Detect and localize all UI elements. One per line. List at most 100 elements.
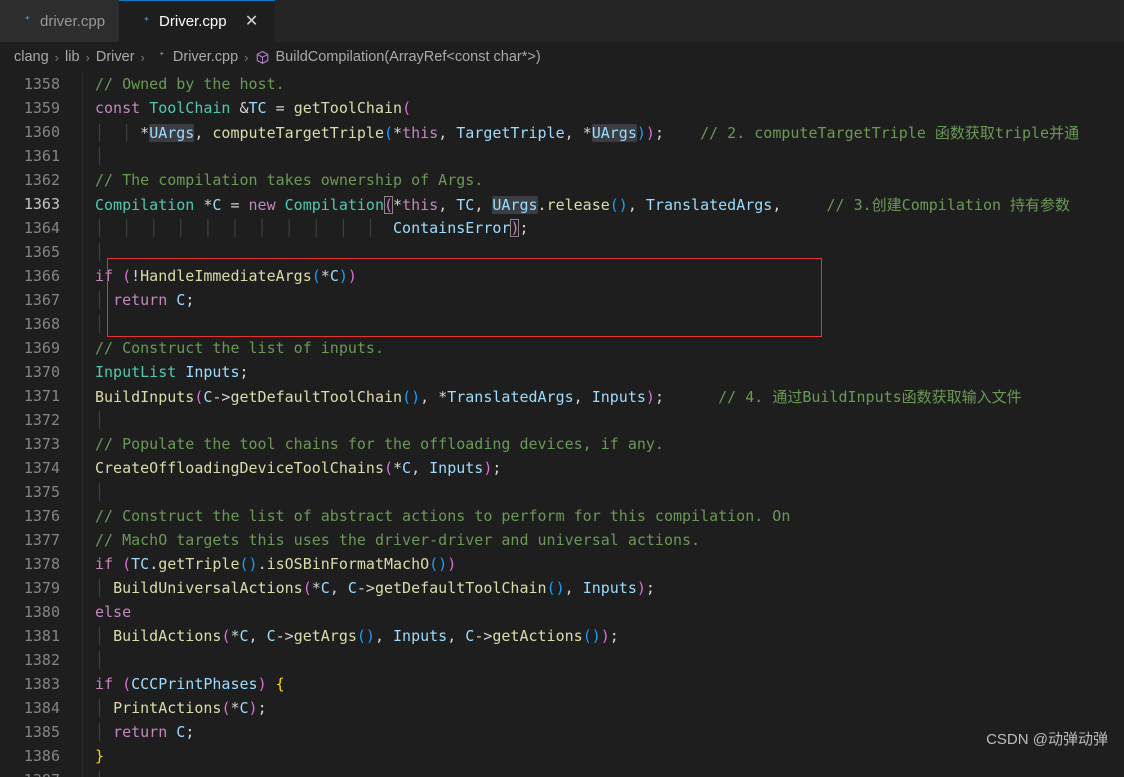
line-number: 1369 xyxy=(23,339,60,357)
code-line[interactable]: 1380 else xyxy=(0,600,1124,624)
code-text[interactable]: │ xyxy=(83,147,1124,165)
line-number: 1387 xyxy=(0,771,82,777)
line-number: 1386 xyxy=(23,747,60,765)
line-number: 1384 xyxy=(23,699,60,717)
code-line[interactable]: 1379 │ BuildUniversalActions(*C, C->getD… xyxy=(0,576,1124,600)
code-text[interactable]: │ xyxy=(83,483,1124,501)
line-number: 1378 xyxy=(23,555,60,573)
code-line[interactable]: 1382 │ xyxy=(0,648,1124,672)
code-line[interactable]: 1385 │ return C; xyxy=(0,720,1124,744)
code-line[interactable]: 1387 │ xyxy=(0,768,1124,777)
code-line[interactable]: 1371 BuildInputs(C->getDefaultToolChain(… xyxy=(0,384,1124,408)
breadcrumb-label: BuildCompilation(ArrayRef<const char*>) xyxy=(275,49,541,65)
line-number: 1375 xyxy=(23,483,60,501)
line-number: 1381 xyxy=(23,627,60,645)
code-line[interactable]: 1377 // MachO targets this uses the driv… xyxy=(0,528,1124,552)
code-text[interactable]: InputList Inputs; xyxy=(83,363,1124,381)
code-text[interactable]: // Construct the list of inputs. xyxy=(83,339,1124,357)
code-text[interactable]: │ xyxy=(83,651,1124,669)
line-number: 1371 xyxy=(23,387,60,405)
code-text[interactable]: │ BuildActions(*C, C->getArgs(), Inputs,… xyxy=(83,627,1124,645)
code-text[interactable]: │ │ *UArgs, computeTargetTriple(*this, T… xyxy=(83,122,1124,143)
code-line[interactable]: 1372 │ xyxy=(0,408,1124,432)
breadcrumb-label: Driver.cpp xyxy=(172,49,239,65)
close-icon[interactable]: ✕ xyxy=(243,13,261,30)
code-line[interactable]: 1378 if (TC.getTriple().isOSBinFormatMac… xyxy=(0,552,1124,576)
code-line[interactable]: 1386 } xyxy=(0,744,1124,768)
code-text[interactable]: else xyxy=(83,603,1124,621)
code-line[interactable]: 1368 │ xyxy=(0,312,1124,336)
tab-label: driver.cpp xyxy=(40,12,106,30)
breadcrumb-item-clang[interactable]: clang xyxy=(14,49,49,65)
line-number: 1377 xyxy=(23,531,60,549)
code-line[interactable]: 1384 │ PrintActions(*C); xyxy=(0,696,1124,720)
code-line[interactable]: 1366 if (!HandleImmediateArgs(*C)) xyxy=(0,264,1124,288)
line-number: 1372 xyxy=(23,411,60,429)
line-number: 1366 xyxy=(23,267,60,285)
code-text[interactable]: │ return C; xyxy=(83,723,1124,741)
code-line[interactable]: 1381 │ BuildActions(*C, C->getArgs(), In… xyxy=(0,624,1124,648)
breadcrumb-item-driver[interactable]: Driver xyxy=(96,49,135,65)
breadcrumb-item-symbol[interactable]: BuildCompilation(ArrayRef<const char*>) xyxy=(255,49,541,65)
code-line[interactable]: 1374 CreateOffloadingDeviceToolChains(*C… xyxy=(0,456,1124,480)
code-line[interactable]: 1364 │ │ │ │ │ │ │ │ │ │ │ ContainsError… xyxy=(0,216,1124,240)
code-text[interactable]: // The compilation takes ownership of Ar… xyxy=(83,171,1124,189)
code-text[interactable]: │ │ │ │ │ │ │ │ │ │ │ ContainsError); xyxy=(83,219,1124,237)
code-line[interactable]: 1361 │ xyxy=(0,144,1124,168)
code-line[interactable]: 1376 // Construct the list of abstract a… xyxy=(0,504,1124,528)
line-number: 1360 xyxy=(23,123,60,141)
code-text[interactable]: if (!HandleImmediateArgs(*C)) xyxy=(83,267,1124,285)
code-text[interactable]: │ xyxy=(83,411,1124,429)
code-text[interactable]: // Owned by the host. xyxy=(83,75,1124,93)
line-number: 1374 xyxy=(23,459,60,477)
tab-label: Driver.cpp xyxy=(159,13,227,30)
line-number: 1367 xyxy=(23,291,60,309)
code-text[interactable]: │ xyxy=(83,315,1124,333)
code-text[interactable]: Compilation *C = new Compilation(*this, … xyxy=(83,194,1124,215)
code-text[interactable]: │ xyxy=(83,771,1124,777)
tab-driver-cpp[interactable]: driver.cpp xyxy=(0,0,120,42)
code-line[interactable]: 1367 │ return C; xyxy=(0,288,1124,312)
breadcrumb-label: lib xyxy=(65,49,80,65)
breadcrumb-separator: › xyxy=(85,49,90,65)
code-text[interactable]: // Populate the tool chains for the offl… xyxy=(83,435,1124,453)
code-text[interactable]: if (CCCPrintPhases) { xyxy=(83,675,1124,693)
breadcrumb-label: Driver xyxy=(95,49,135,65)
line-number: 1364 xyxy=(23,219,60,237)
breadcrumb-separator: › xyxy=(54,49,60,65)
code-text[interactable]: // Construct the list of abstract action… xyxy=(83,507,1124,525)
code-text[interactable]: if (TC.getTriple().isOSBinFormatMachO()) xyxy=(83,555,1124,573)
code-line[interactable]: 1370 InputList Inputs; xyxy=(0,360,1124,384)
code-line[interactable]: 1360 │ │ *UArgs, computeTargetTriple(*th… xyxy=(0,120,1124,144)
code-text[interactable]: const ToolChain &TC = getToolChain( xyxy=(83,99,1124,117)
editor-tab-bar: driver.cpp Driver.cpp ✕ xyxy=(0,0,1124,42)
breadcrumb: clang › lib › Driver › Driver.cpp › Buil… xyxy=(0,42,1124,72)
breadcrumb-item-lib[interactable]: lib xyxy=(65,49,80,65)
code-text[interactable]: │ xyxy=(83,243,1124,261)
code-text[interactable]: CreateOffloadingDeviceToolChains(*C, Inp… xyxy=(83,459,1124,477)
code-text[interactable]: │ return C; xyxy=(83,291,1124,309)
breadcrumb-separator: › xyxy=(244,49,249,65)
code-line[interactable]: 1369 // Construct the list of inputs. xyxy=(0,336,1124,360)
code-text[interactable]: BuildInputs(C->getDefaultToolChain(), *T… xyxy=(83,386,1124,407)
watermark: CSDN @动弹动弹 xyxy=(986,731,1108,748)
code-line[interactable]: 1365 │ xyxy=(0,240,1124,264)
code-line[interactable]: 1383 if (CCCPrintPhases) { xyxy=(0,672,1124,696)
code-line-active[interactable]: 1363 Compilation *C = new Compilation(*t… xyxy=(0,192,1124,216)
code-line[interactable]: 1359 const ToolChain &TC = getToolChain( xyxy=(0,96,1124,120)
code-text[interactable]: } xyxy=(83,747,1124,765)
code-line[interactable]: 1375 │ xyxy=(0,480,1124,504)
symbol-cube-icon xyxy=(255,50,270,65)
code-line[interactable]: 1373 // Populate the tool chains for the… xyxy=(0,432,1124,456)
breadcrumb-item-file[interactable]: Driver.cpp xyxy=(151,49,238,65)
code-text[interactable]: // MachO targets this uses the driver-dr… xyxy=(83,531,1124,549)
cpp-file-icon xyxy=(151,49,167,65)
code-text[interactable]: │ BuildUniversalActions(*C, C->getDefaul… xyxy=(83,579,1124,597)
line-number: 1376 xyxy=(23,507,60,525)
line-number: 1363 xyxy=(23,195,60,213)
code-editor[interactable]: CSDN @动弹动弹 1358 // Owned by the host. 13… xyxy=(0,72,1124,777)
code-line[interactable]: 1358 // Owned by the host. xyxy=(0,72,1124,96)
code-line[interactable]: 1362 // The compilation takes ownership … xyxy=(0,168,1124,192)
code-text[interactable]: │ PrintActions(*C); xyxy=(83,699,1124,717)
tab-Driver-cpp[interactable]: Driver.cpp ✕ xyxy=(119,0,275,42)
